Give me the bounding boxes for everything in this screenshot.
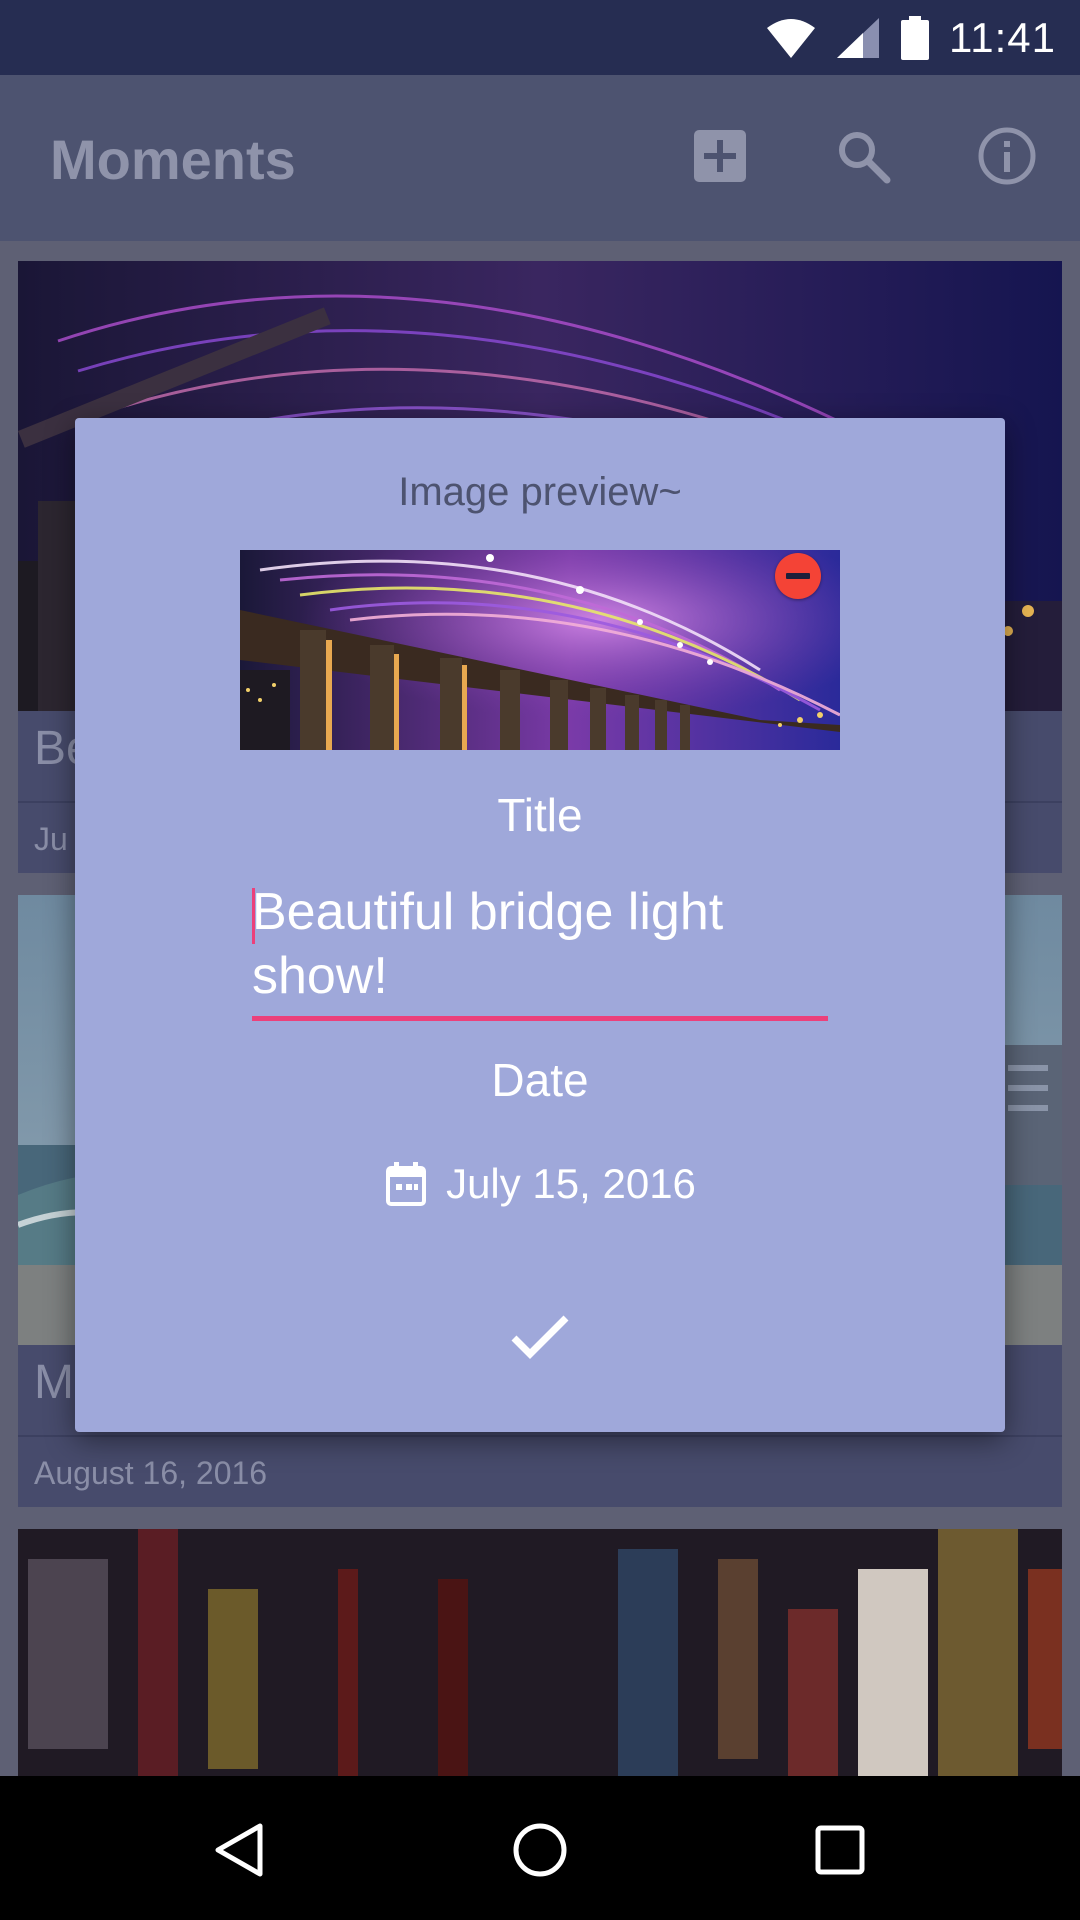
title-input-underline [252, 1016, 828, 1021]
back-icon [215, 1823, 263, 1877]
home-icon [513, 1823, 567, 1877]
confirm-button[interactable] [500, 1298, 580, 1378]
remove-image-button[interactable] [775, 553, 821, 599]
edit-moment-dialog: Image preview~ Title Beautiful bridge li… [75, 418, 1005, 1432]
text-cursor [252, 888, 255, 944]
home-button[interactable] [490, 1800, 590, 1900]
date-label: Date [491, 1054, 589, 1106]
recents-icon [815, 1825, 865, 1875]
remove-circle-icon [786, 573, 810, 579]
calendar-icon [386, 1162, 427, 1206]
date-picker-button[interactable]: July 15, 2016 [75, 1156, 1005, 1212]
date-value: July 15, 2016 [446, 1160, 696, 1207]
system-nav-bar [0, 1776, 1080, 1920]
recents-button[interactable] [790, 1800, 890, 1900]
title-input[interactable]: Beautiful bridge light show! [252, 880, 828, 1020]
dialog-heading: Image preview~ [398, 470, 682, 514]
check-icon [511, 1315, 569, 1359]
title-input-value: Beautiful bridge light show! [252, 883, 724, 1005]
title-label: Title [497, 789, 583, 841]
image-preview [240, 550, 840, 750]
back-button[interactable] [190, 1800, 290, 1900]
